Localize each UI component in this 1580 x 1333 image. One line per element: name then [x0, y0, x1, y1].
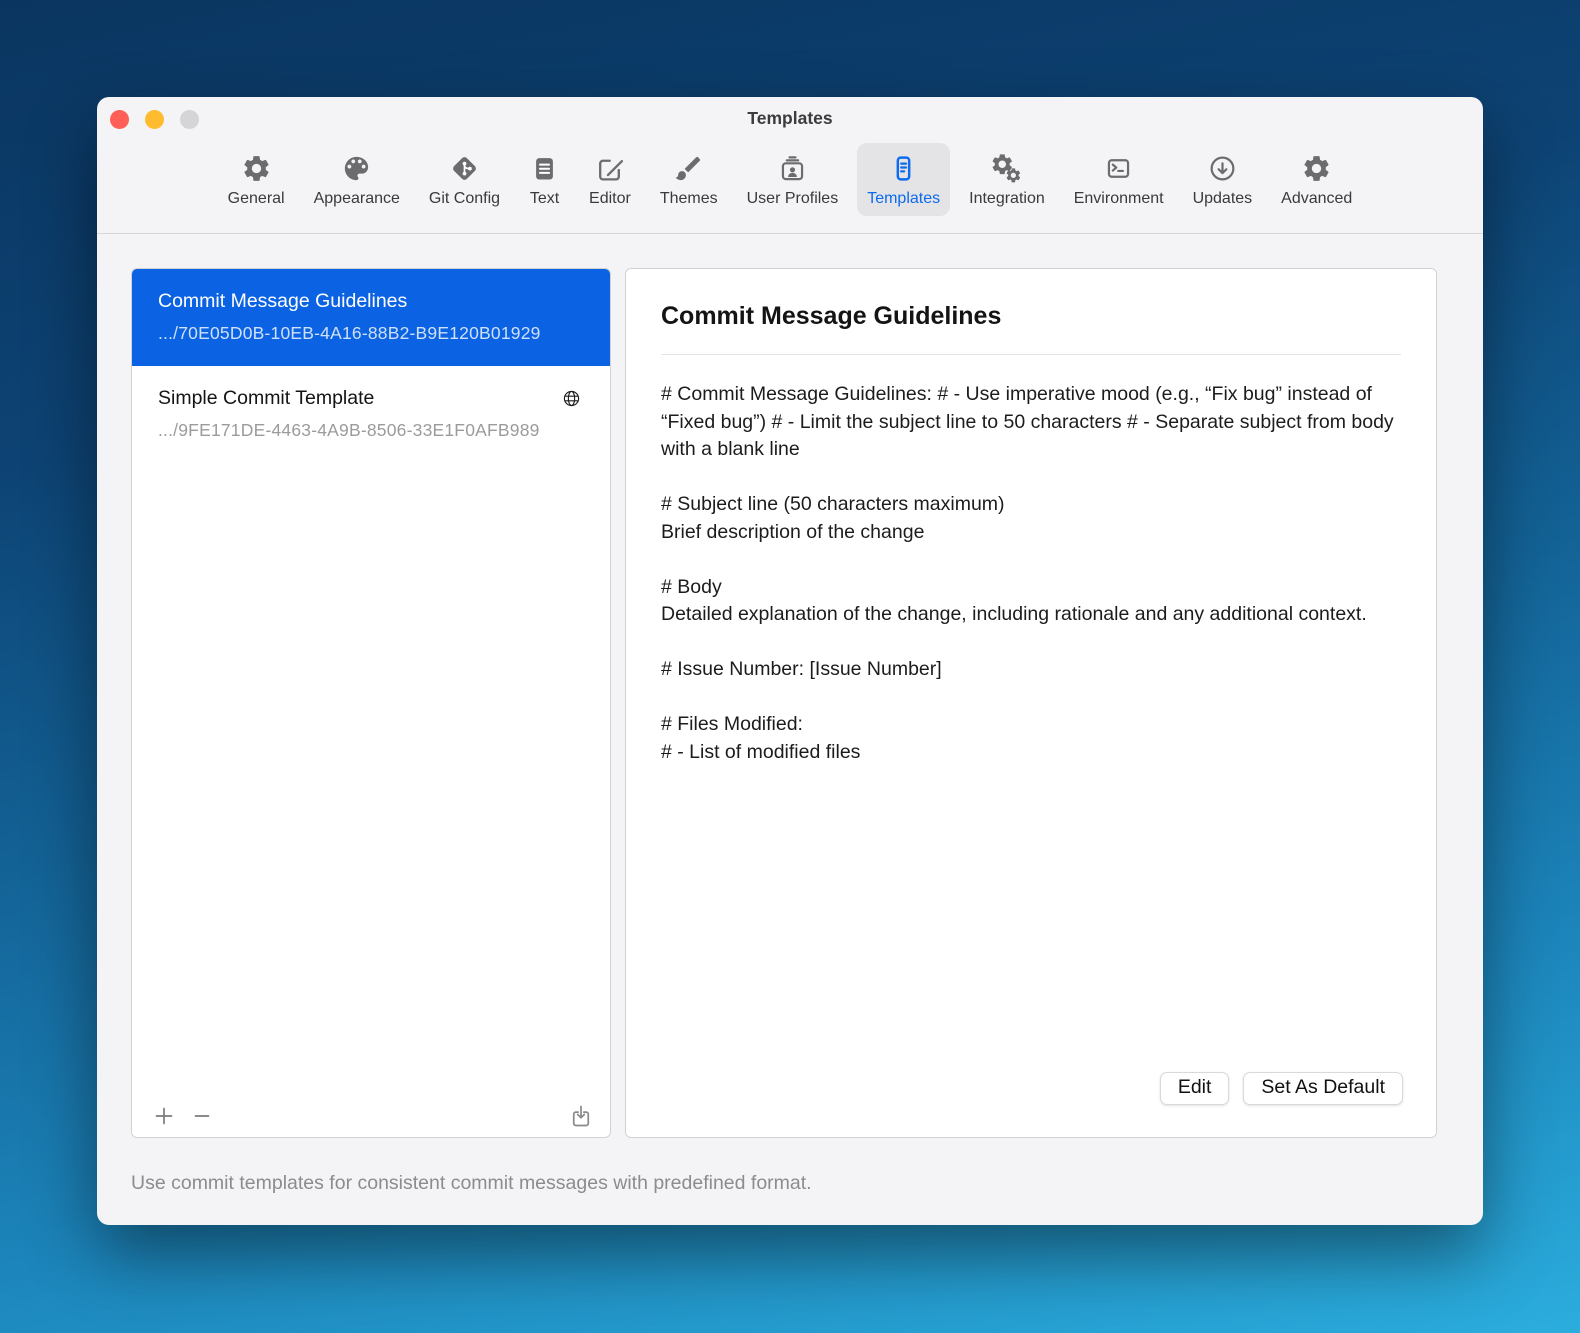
toolbar-item-updates[interactable]: Updates — [1183, 143, 1263, 216]
list-controls — [132, 1091, 610, 1137]
toolbar-item-user-profiles[interactable]: User Profiles — [737, 143, 849, 216]
template-path: .../9FE171DE-4463-4A9B-8506-33E1F0AFB989 — [158, 420, 584, 441]
plus-icon — [152, 1104, 176, 1128]
toolbar-item-integration[interactable]: Integration — [959, 143, 1055, 216]
minus-icon — [190, 1104, 214, 1128]
template-path: .../70E05D0B-10EB-4A16-88B2-B9E120B01929 — [158, 323, 584, 344]
toolbar-item-git-config[interactable]: Git Config — [419, 143, 510, 216]
template-name: Commit Message Guidelines — [158, 290, 584, 313]
toolbar-item-label: Appearance — [314, 190, 400, 208]
detail-title: Commit Message Guidelines — [661, 302, 1401, 331]
gear-icon — [241, 153, 272, 184]
toolbar-item-label: Advanced — [1281, 190, 1352, 208]
template-list-item-selected[interactable]: Commit Message Guidelines .../70E05D0B-1… — [132, 269, 610, 366]
toolbar-item-label: Text — [530, 190, 559, 208]
toolbar-item-advanced[interactable]: Advanced — [1271, 143, 1362, 216]
remove-template-button[interactable] — [190, 1104, 214, 1128]
toolbar-item-templates[interactable]: Templates — [857, 143, 950, 216]
toolbar-item-label: Integration — [969, 190, 1045, 208]
id-card-icon — [777, 153, 808, 184]
detail-separator — [661, 354, 1401, 355]
terminal-icon — [1103, 153, 1134, 184]
download-square-icon — [568, 1103, 594, 1129]
footer-hint: Use commit templates for consistent comm… — [131, 1172, 812, 1195]
toolbar-item-appearance[interactable]: Appearance — [304, 143, 410, 216]
toolbar-item-label: Editor — [589, 190, 631, 208]
palette-icon — [341, 153, 372, 184]
git-branch-icon — [449, 153, 480, 184]
toolbar-item-themes[interactable]: Themes — [650, 143, 728, 216]
detail-buttons: Edit Set As Default — [1160, 1072, 1403, 1105]
window-title: Templates — [97, 108, 1483, 129]
toolbar-item-label: Updates — [1193, 190, 1253, 208]
toolbar-item-text[interactable]: Text — [519, 143, 570, 216]
toolbar-item-editor[interactable]: Editor — [579, 143, 641, 216]
template-detail-panel: Commit Message Guidelines # Commit Messa… — [625, 268, 1437, 1138]
import-template-button[interactable] — [568, 1103, 594, 1129]
toolbar-item-label: Environment — [1074, 190, 1164, 208]
toolbar-item-label: Git Config — [429, 190, 500, 208]
globe-icon — [561, 388, 582, 409]
template-list-item[interactable]: Simple Commit Template .../9FE171DE-4463… — [132, 366, 610, 463]
set-as-default-button[interactable]: Set As Default — [1243, 1072, 1403, 1105]
toolbar-item-label: Templates — [867, 190, 940, 208]
toolbar-item-environment[interactable]: Environment — [1064, 143, 1174, 216]
toolbar-item-label: User Profiles — [747, 190, 839, 208]
template-body-text: # Commit Message Guidelines: # - Use imp… — [661, 381, 1406, 766]
toolbar-item-label: General — [228, 190, 285, 208]
square-pencil-icon — [594, 153, 625, 184]
template-name: Simple Commit Template — [158, 387, 374, 410]
gears-icon — [991, 153, 1022, 184]
titlebar: Templates — [97, 97, 1483, 143]
add-template-button[interactable] — [152, 1104, 176, 1128]
edit-button[interactable]: Edit — [1160, 1072, 1230, 1105]
toolbar-item-general[interactable]: General — [218, 143, 295, 216]
template-list-panel: Commit Message Guidelines .../70E05D0B-1… — [131, 268, 611, 1138]
toolbar-divider — [97, 233, 1483, 234]
arrow-down-circle-icon — [1207, 153, 1238, 184]
text-document-icon — [529, 153, 560, 184]
templates-document-icon — [888, 153, 919, 184]
preferences-toolbar: General Appearance Git Config Text Edito… — [97, 143, 1483, 233]
advanced-gear-icon — [1301, 153, 1332, 184]
paintbrush-icon — [673, 153, 704, 184]
preferences-window: Templates General Appearance Git Config … — [97, 97, 1483, 1225]
toolbar-item-label: Themes — [660, 190, 718, 208]
